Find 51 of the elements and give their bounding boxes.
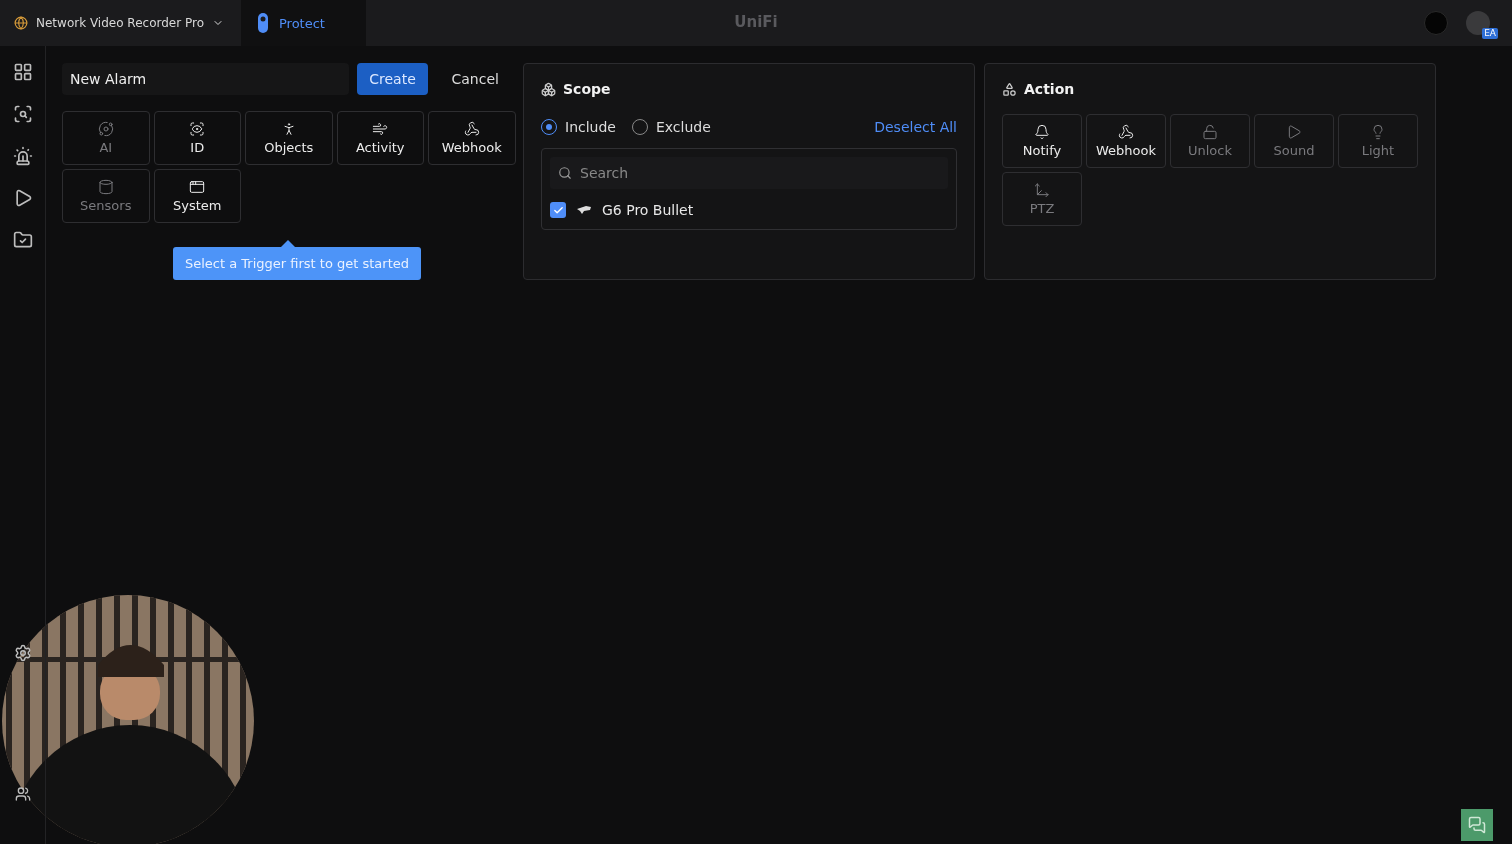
search-field[interactable]: Search — [550, 157, 948, 189]
cancel-button[interactable]: Cancel — [436, 63, 514, 95]
protect-tab[interactable]: Protect — [241, 0, 366, 46]
move-icon — [1034, 182, 1050, 198]
webhook-icon — [463, 121, 480, 137]
trigger-tile[interactable]: ID — [153, 111, 241, 165]
cylinder-icon — [97, 179, 114, 195]
create-button[interactable]: Create — [356, 63, 429, 95]
grid-icon[interactable] — [12, 62, 33, 82]
boxes-icon — [541, 81, 556, 97]
users-icon[interactable] — [14, 786, 31, 802]
checkbox[interactable] — [550, 202, 566, 218]
action-tile[interactable]: Webhook — [1086, 114, 1166, 168]
bell-icon — [1034, 124, 1050, 140]
lightbulb-icon — [1370, 124, 1386, 140]
search-icon — [558, 166, 572, 180]
panel-title: Action — [1024, 81, 1075, 97]
status-dot-icon — [1424, 11, 1448, 35]
bullet-camera-icon — [576, 205, 592, 215]
trigger-tile[interactable]: Activity — [336, 111, 424, 165]
window-icon — [189, 179, 206, 195]
trigger-tile[interactable]: Webhook — [428, 111, 516, 165]
radio-option[interactable]: Exclude — [631, 119, 711, 135]
scan-search-icon[interactable] — [12, 104, 33, 124]
chat-icon — [1468, 816, 1486, 834]
orb-icon — [97, 121, 114, 137]
panel-title: Scope — [563, 81, 611, 97]
chat-button[interactable] — [1461, 809, 1493, 841]
eye-scan-icon — [189, 121, 206, 137]
unlock-icon — [1202, 124, 1218, 140]
avatar-badge: EA — [1482, 28, 1498, 39]
tooltip-arrow — [281, 240, 295, 247]
play-icon — [1286, 124, 1302, 140]
action-tile[interactable]: Notify — [1002, 114, 1082, 168]
check-icon — [552, 204, 564, 216]
folder-check-icon[interactable] — [12, 230, 33, 250]
shapes-icon — [1002, 81, 1017, 97]
wind-icon — [372, 121, 389, 137]
camera-icon — [257, 13, 269, 33]
webhook-icon — [1118, 124, 1134, 140]
radio-option[interactable]: Include — [541, 119, 616, 135]
trigger-tile[interactable]: Objects — [245, 111, 333, 165]
globe-icon — [14, 16, 28, 30]
siren-icon[interactable] — [12, 146, 33, 166]
trigger-tile[interactable]: System — [153, 169, 241, 223]
alarm-name-field[interactable]: New Alarm — [62, 63, 349, 95]
console-selector[interactable]: Network Video Recorder Pro — [0, 0, 241, 46]
device-name: G6 Pro Bullet — [602, 202, 694, 218]
settings-icon[interactable] — [13, 644, 32, 662]
deselect-all-link[interactable]: Deselect All — [874, 119, 957, 135]
logo: UniFi — [734, 13, 778, 31]
